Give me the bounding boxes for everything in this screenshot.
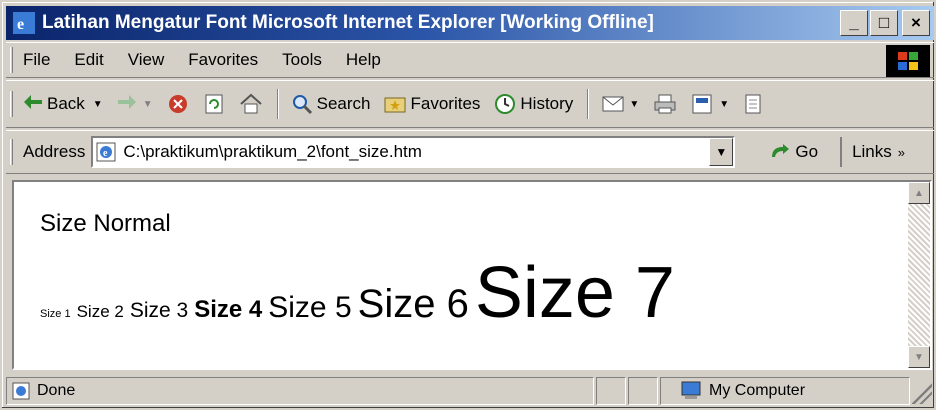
scroll-down-button[interactable]: ▼ [908,346,930,368]
search-label: Search [316,94,371,113]
browser-window: e Latihan Mengatur Font Microsoft Intern… [0,0,936,410]
search-icon [292,95,312,115]
refresh-button[interactable] [203,93,225,115]
size-5-text: Size 5 [268,291,352,324]
status-bar: Done My Computer [6,374,934,408]
back-label: Back [47,94,85,113]
size-1-text: Size 1 [40,308,71,320]
favorites-button[interactable]: Favorites [384,94,480,114]
minimize-button[interactable]: _ [840,10,868,36]
print-icon [654,94,676,114]
favorites-folder-icon [384,97,406,113]
font-size-samples: Size 1 Size 2 Size 3 Size 4 Size 5 Size … [40,252,681,334]
menu-bar: File Edit View Favorites Tools Help [6,42,934,78]
stop-icon [168,95,187,113]
size-7-text: Size 7 [474,253,675,333]
discuss-icon [745,94,761,114]
close-button[interactable]: × [902,10,930,36]
toolbar-grip[interactable] [10,91,13,117]
size-4-text: Size 4 [194,296,263,323]
home-button[interactable] [239,93,263,115]
refresh-icon [205,94,223,114]
mail-dropdown-icon[interactable]: ▼ [629,99,639,110]
status-text: Done [37,382,76,399]
toolbar-separator [276,89,279,119]
address-label: Address [23,142,86,161]
address-bar: Address e C:\praktikum\praktikum_2\font_… [6,130,934,174]
stop-button[interactable] [167,93,189,115]
edit-page-icon [692,94,712,114]
search-button[interactable]: Search [291,93,371,115]
favorites-label: Favorites [410,94,481,113]
print-button[interactable] [653,93,677,115]
history-button[interactable]: History [494,93,573,115]
menu-edit[interactable]: Edit [74,50,103,70]
address-input[interactable]: e C:\praktikum\praktikum_2\font_size.htm… [91,136,736,168]
discuss-button[interactable] [743,93,763,115]
menu-favorites[interactable]: Favorites [188,50,258,70]
menu-tools[interactable]: Tools [282,50,322,70]
svg-text:e: e [17,16,24,33]
chevron-down-icon: ▼ [715,145,728,159]
back-button[interactable]: Back ▼ [23,94,103,115]
go-label: Go [795,142,819,161]
go-button[interactable]: Go [769,142,818,162]
status-cell [628,377,658,405]
size-2-text: Size 2 [76,302,124,321]
ie-logo-icon: e [13,12,35,34]
forward-dropdown-icon[interactable]: ▼ [143,99,153,110]
mail-icon [602,96,624,112]
links-label: Links [852,142,892,161]
size-6-text: Size 6 [357,282,469,326]
menu-grip[interactable] [10,47,13,73]
mail-button[interactable]: ▼ [601,93,639,115]
status-cell [596,377,626,405]
size-3-text: Size 3 [129,299,189,322]
go-arrow-icon [772,144,790,157]
address-grip[interactable] [10,139,13,165]
resize-grip[interactable] [912,378,932,404]
my-computer-icon [681,381,701,399]
scroll-up-button[interactable]: ▲ [908,182,930,204]
zone-label: My Computer [709,382,806,399]
back-arrow-icon [23,94,43,115]
svg-text:e: e [103,148,108,159]
forward-arrow-icon [117,94,137,115]
edit-button[interactable]: ▼ [691,93,729,115]
standard-toolbar: Back ▼ ▼ Search Favorites History ▼ ▼ [6,80,934,128]
history-label: History [520,94,574,113]
address-dropdown-button[interactable]: ▼ [709,138,734,166]
toolbar-separator [587,89,590,119]
windows-flag-icon [886,45,930,77]
page-icon: e [96,142,116,162]
menu-help[interactable]: Help [346,50,381,70]
address-value: C:\praktikum\praktikum_2\font_size.htm [123,142,422,161]
vertical-scrollbar[interactable]: ▲ ▼ [908,182,930,368]
page-content: Size Normal Size 1 Size 2 Size 3 Size 4 … [12,180,932,370]
history-icon [495,94,516,114]
home-icon [239,93,262,114]
menu-view[interactable]: View [128,50,165,70]
back-dropdown-icon[interactable]: ▼ [93,99,103,110]
security-zone: My Computer [660,377,910,405]
title-bar[interactable]: e Latihan Mengatur Font Microsoft Intern… [6,6,934,40]
chevron-right-icon[interactable]: » [898,145,905,160]
arrow-down-icon: ▼ [914,351,924,363]
links-toolbar[interactable]: Links » [840,137,905,167]
status-text-panel: Done [6,377,594,405]
size-normal-text: Size Normal [40,210,171,237]
page-done-icon [12,382,30,400]
edit-dropdown-icon[interactable]: ▼ [719,99,729,110]
window-title: Latihan Mengatur Font Microsoft Internet… [42,12,654,33]
arrow-up-icon: ▲ [914,187,924,199]
forward-button[interactable]: ▼ [117,94,153,115]
maximize-button[interactable]: □ [870,10,898,36]
window-controls: _ □ × [840,10,930,36]
menu-file[interactable]: File [23,50,50,70]
